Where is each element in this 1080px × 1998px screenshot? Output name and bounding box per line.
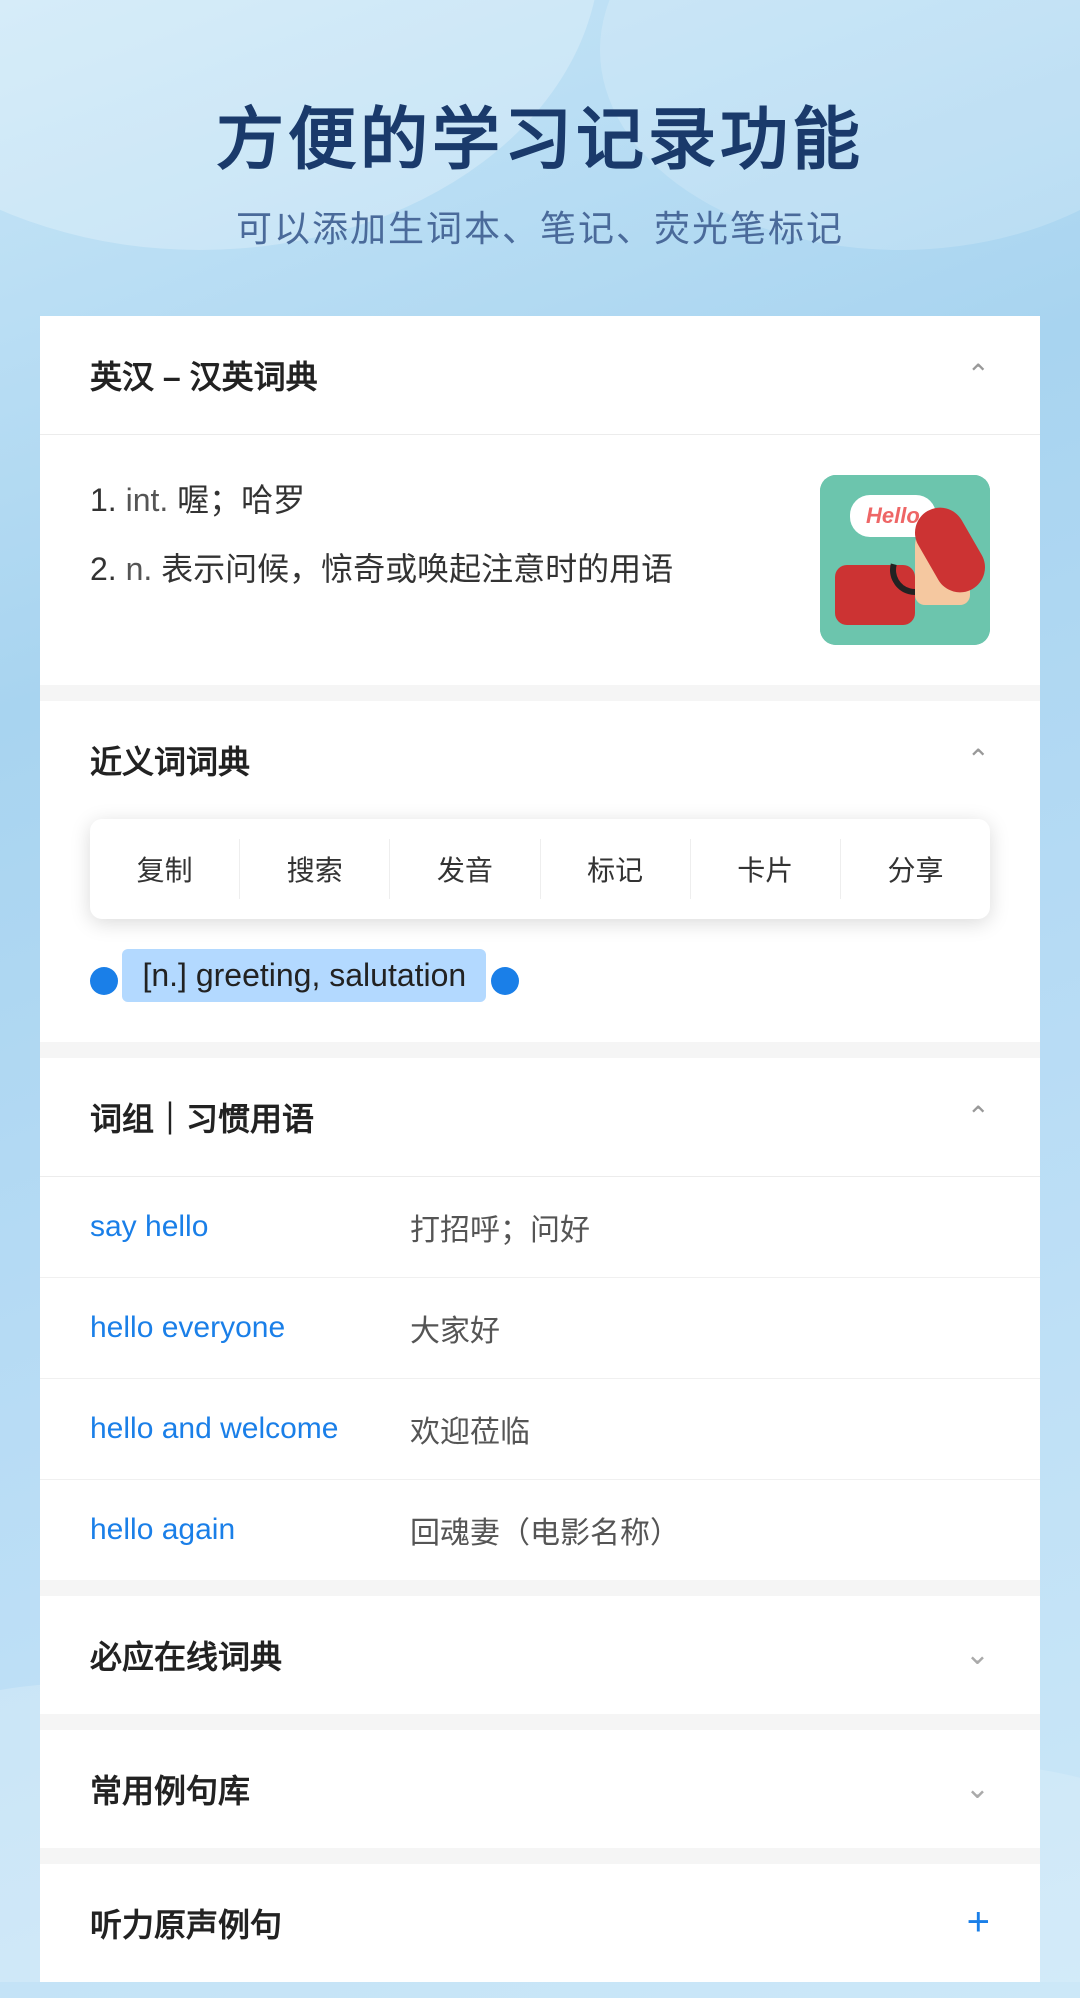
selected-synonym-text[interactable]: [n.] greeting, salutation xyxy=(122,949,486,1002)
context-copy-button[interactable]: 复制 xyxy=(90,839,240,899)
english-chinese-dict-chevron-up-icon: ⌃ xyxy=(967,358,990,391)
phrase-hello-again[interactable]: hello again 回魂妻（电影名称） xyxy=(40,1480,1040,1580)
context-share-button[interactable]: 分享 xyxy=(841,839,990,899)
context-pronounce-button[interactable]: 发音 xyxy=(390,839,540,899)
dict-def-2: 2. n. 表示问候，惊奇或唤起注意时的用语 xyxy=(90,544,790,595)
def-2-meaning: 表示问候，惊奇或唤起注意时的用语 xyxy=(161,551,673,587)
selected-text-area: [n.] greeting, salutation xyxy=(40,939,1040,1042)
sentence-library-section: 常用例句库 ⌄ xyxy=(40,1730,1040,1848)
phrase-zh-hello-welcome: 欢迎莅临 xyxy=(410,1407,530,1451)
context-mark-button[interactable]: 标记 xyxy=(541,839,691,899)
phrase-en-hello-everyone: hello everyone xyxy=(90,1311,390,1345)
synonyms-section: 近义词词典 ⌃ 复制 搜索 发音 标记 卡片 分享 [n.] greeting,… xyxy=(40,701,1040,1042)
synonyms-header[interactable]: 近义词词典 ⌃ xyxy=(40,701,1040,819)
english-chinese-dict-label: 英汉 – 汉英词典 xyxy=(90,352,318,398)
listening-sentences-header[interactable]: 听力原声例句 + xyxy=(40,1864,1040,1982)
online-dict-section: 必应在线词典 ⌄ xyxy=(40,1596,1040,1714)
phrase-hello-and-welcome[interactable]: hello and welcome 欢迎莅临 xyxy=(40,1379,1040,1480)
header-section: 方便的学习记录功能 可以添加生词本、笔记、荧光笔标记 xyxy=(0,0,1080,316)
phrase-zh-hello-again: 回魂妻（电影名称） xyxy=(410,1508,680,1552)
def-2-type: n. xyxy=(126,551,153,587)
phrase-en-hello-welcome: hello and welcome xyxy=(90,1412,390,1446)
page-subtitle: 可以添加生词本、笔记、荧光笔标记 xyxy=(60,202,1020,256)
phrases-label: 词组｜习惯用语 xyxy=(90,1094,314,1140)
synonyms-chevron-up-icon: ⌃ xyxy=(967,743,990,776)
main-card: 英汉 – 汉英词典 ⌃ 1. int. 喔；哈罗 2. n. 表示问候，惊奇或唤… xyxy=(40,316,1040,1982)
hello-telephone-image: Hello xyxy=(820,475,990,645)
online-dict-chevron-down-icon: ⌄ xyxy=(965,1637,990,1672)
dict-definitions: 1. int. 喔；哈罗 2. n. 表示问候，惊奇或唤起注意时的用语 xyxy=(90,475,790,613)
page-title: 方便的学习记录功能 xyxy=(60,100,1020,182)
phrase-hello-everyone[interactable]: hello everyone 大家好 xyxy=(40,1278,1040,1379)
selection-handle-left-icon xyxy=(90,967,118,995)
def-2-number: 2. xyxy=(90,551,117,587)
synonyms-label: 近义词词典 xyxy=(90,737,250,783)
def-1-meaning: 喔；哈罗 xyxy=(177,482,305,518)
sentence-library-chevron-down-icon: ⌄ xyxy=(965,1771,990,1806)
phrases-chevron-up-icon: ⌃ xyxy=(967,1100,990,1133)
def-1-number: 1. xyxy=(90,482,117,518)
context-card-button[interactable]: 卡片 xyxy=(691,839,841,899)
phrase-en-say-hello: say hello xyxy=(90,1210,390,1244)
phrase-zh-hello-everyone: 大家好 xyxy=(410,1306,500,1350)
context-search-button[interactable]: 搜索 xyxy=(240,839,390,899)
phrases-header[interactable]: 词组｜习惯用语 ⌃ xyxy=(40,1058,1040,1177)
context-menu: 复制 搜索 发音 标记 卡片 分享 xyxy=(90,819,990,919)
listening-sentences-add-icon[interactable]: + xyxy=(967,1900,990,1945)
phrase-zh-say-hello: 打招呼；问好 xyxy=(410,1205,590,1249)
sentence-library-header[interactable]: 常用例句库 ⌄ xyxy=(40,1730,1040,1848)
online-dict-header[interactable]: 必应在线词典 ⌄ xyxy=(40,1596,1040,1714)
english-chinese-dict-header[interactable]: 英汉 – 汉英词典 ⌃ xyxy=(40,316,1040,435)
online-dict-label: 必应在线词典 xyxy=(90,1632,282,1678)
dict-content-area: 1. int. 喔；哈罗 2. n. 表示问候，惊奇或唤起注意时的用语 Hell… xyxy=(40,435,1040,685)
listening-sentences-section: 听力原声例句 + xyxy=(40,1864,1040,1982)
dict-def-1: 1. int. 喔；哈罗 xyxy=(90,475,790,526)
phrase-say-hello[interactable]: say hello 打招呼；问好 xyxy=(40,1177,1040,1278)
selection-handle-right-icon xyxy=(491,967,519,995)
phrase-en-hello-again: hello again xyxy=(90,1513,390,1547)
sentence-library-label: 常用例句库 xyxy=(90,1766,250,1812)
listening-sentences-label: 听力原声例句 xyxy=(90,1900,282,1946)
phrases-section: 词组｜习惯用语 ⌃ say hello 打招呼；问好 hello everyon… xyxy=(40,1058,1040,1580)
def-1-type: int. xyxy=(126,482,169,518)
